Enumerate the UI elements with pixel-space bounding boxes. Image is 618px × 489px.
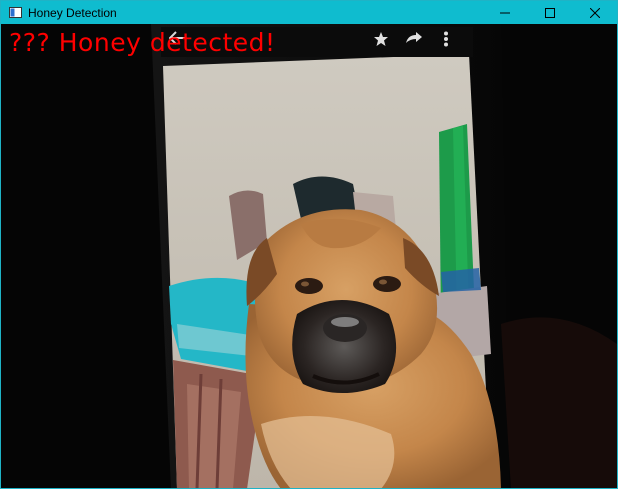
camera-frame-image [1, 24, 617, 488]
close-icon [589, 7, 600, 18]
app-window-icon [9, 7, 22, 18]
app-window: Honey Detection ??? Honey detected! [0, 0, 618, 489]
minimize-icon [499, 12, 510, 13]
minimize-button[interactable] [482, 1, 527, 24]
close-button[interactable] [572, 1, 617, 24]
detection-label: ??? Honey detected! [9, 28, 276, 57]
maximize-button[interactable] [527, 1, 572, 24]
window-title: Honey Detection [28, 5, 117, 20]
title-bar[interactable]: Honey Detection [1, 1, 617, 24]
maximize-icon [544, 7, 555, 18]
camera-feed: ??? Honey detected! [1, 24, 617, 488]
star-icon [374, 32, 388, 46]
more-vert-icon [444, 31, 448, 47]
share-icon [406, 32, 422, 43]
